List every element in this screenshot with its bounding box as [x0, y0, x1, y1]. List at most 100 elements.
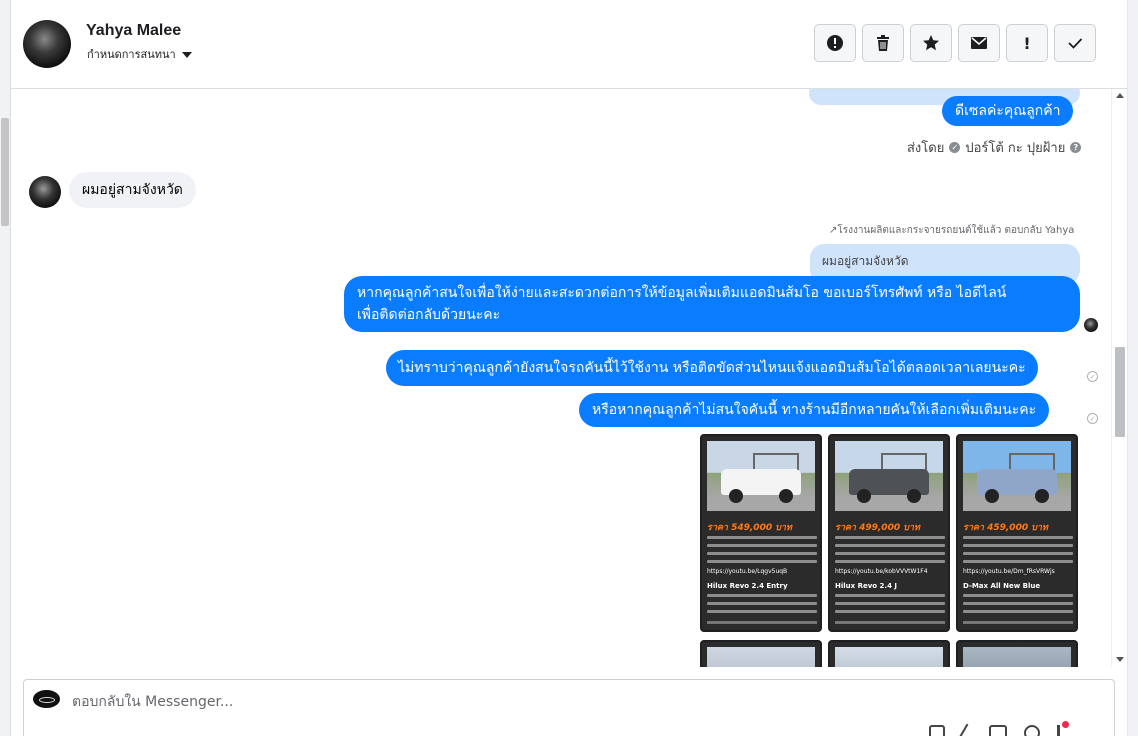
verified-icon: ✓ [949, 142, 961, 153]
chatbot-icon[interactable] [1057, 721, 1069, 736]
fine-print-line [707, 594, 817, 597]
outgoing-message[interactable]: หรือหากคุณลูกค้าไม่สนใจคันนี้ ทางร้านมีอ… [579, 393, 1050, 427]
outgoing-message-long[interactable]: หากคุณลูกค้าสนใจเพื่อให้ง่ายและสะดวกต่อก… [344, 276, 1080, 332]
car-photo [963, 441, 1071, 511]
card-footer-line [707, 621, 817, 624]
page-avatar [33, 690, 60, 708]
car-price: ราคา 549,000 บาท [707, 523, 792, 533]
car-photo [707, 441, 815, 511]
product-card-peek[interactable] [828, 640, 950, 667]
wheel-shape [1035, 489, 1049, 503]
fine-print-line [963, 536, 1073, 539]
sent-by-prefix: ส่งโดย [907, 141, 945, 156]
youtube-link[interactable]: https://youtu.be/Lqgv5uqB [707, 568, 787, 575]
delivered-icon: ✓ [1087, 413, 1098, 424]
car-model: D-Max All New Blue [963, 582, 1041, 590]
checkmark-icon [1068, 38, 1083, 49]
assign-label: กำหนดการสนทนา [87, 48, 176, 61]
card-footer-line [963, 621, 1073, 624]
reply-composer [23, 679, 1115, 736]
wheel-shape [779, 489, 793, 503]
thread-scrollbar[interactable] [1111, 89, 1127, 667]
right-edge [1127, 0, 1138, 736]
left-scrollbar[interactable] [0, 0, 11, 736]
fine-print-line [835, 602, 945, 605]
fine-print-line [707, 560, 817, 563]
car-model: Hilux Revo 2.4 Entry [707, 582, 788, 590]
outgoing-message[interactable]: ไม่ทราบว่าคุณลูกค้ายังสนใจรถคันนี้ไว้ใช้… [386, 350, 1038, 386]
message-line: หากคุณลูกค้าสนใจเพื่อให้ง่ายและสะดวกต่อก… [357, 285, 1007, 301]
outgoing-message[interactable]: ดีเซลค่ะคุณลูกค้า [942, 96, 1074, 126]
emoji-icon[interactable] [1024, 725, 1040, 736]
assign-conversation-dropdown[interactable]: กำหนดการสนทนา [87, 45, 192, 63]
report-icon [827, 35, 843, 51]
card-footer-line [835, 621, 945, 624]
envelope-icon [971, 37, 987, 49]
gif-icon[interactable] [989, 725, 1007, 736]
product-card[interactable]: ราคา 499,000 บาท https://youtu.be/kobVVVt… [828, 434, 950, 632]
product-card[interactable]: ราคา 549,000 บาท https://youtu.be/Lqgv5uq… [700, 434, 822, 632]
sender-avatar[interactable] [29, 176, 61, 208]
fine-print-line [835, 594, 945, 597]
fine-print-line [835, 610, 945, 613]
fine-print-line [707, 552, 817, 555]
fine-print-line [707, 536, 817, 539]
composer-actions [929, 721, 1102, 736]
fine-print-line [963, 560, 1073, 563]
caret-down-icon [181, 51, 192, 58]
contact-avatar[interactable] [23, 20, 71, 68]
sent-by-name: ปอร์โต้ กะ ปุยฝ้าย [965, 141, 1066, 156]
wheel-shape [985, 489, 999, 503]
product-card-peek[interactable] [956, 640, 1078, 667]
fine-print-line [835, 560, 945, 563]
reply-context-label: ↗โรงงานผลิตและกระจายรถยนต์ใช้แล้ว ตอบกลั… [829, 223, 1074, 238]
attachment-icon[interactable] [958, 723, 976, 736]
delete-button[interactable] [862, 24, 904, 62]
scroll-down-icon[interactable] [1116, 657, 1124, 662]
scroll-up-icon[interactable] [1116, 93, 1124, 98]
fine-print-line [707, 602, 817, 605]
car-photo [835, 441, 943, 511]
fine-print-line [835, 544, 945, 547]
car-price: ราคา 499,000 บาท [835, 523, 920, 533]
mark-unread-button[interactable] [958, 24, 1000, 62]
reply-context-text: โรงงานผลิตและกระจายรถยนต์ใช้แล้ว ตอบกลับ… [837, 225, 1075, 236]
left-scrollbar-thumb[interactable] [1, 118, 9, 226]
seen-avatar [1084, 318, 1098, 332]
message-line: เพื่อติดต่อกลับด้วยนะคะ [357, 307, 501, 323]
mark-done-button[interactable] [1054, 24, 1096, 62]
fine-print-line [707, 544, 817, 547]
fine-print-line [963, 610, 1073, 613]
youtube-link[interactable]: https://youtu.be/kobVVVtW1F4 [835, 568, 928, 575]
sent-by-line: ส่งโดย ✓ ปอร์โต้ กะ ปุยฝ้าย ? [907, 137, 1082, 158]
product-card[interactable]: ราคา 459,000 บาท https://youtu.be/Dm_fRsV… [956, 434, 1078, 632]
like-icon[interactable] [1084, 725, 1102, 736]
wheel-shape [907, 489, 921, 503]
car-model: Hilux Revo 2.4 J [835, 582, 897, 590]
incoming-message[interactable]: ผมอยู่สามจังหวัด [69, 172, 196, 208]
fine-print-line [963, 602, 1073, 605]
help-icon[interactable]: ? [1070, 142, 1082, 153]
fine-print-line [963, 552, 1073, 555]
fine-print-line [963, 594, 1073, 597]
saved-reply-icon[interactable] [929, 725, 945, 736]
scrollbar-thumb[interactable] [1115, 347, 1125, 437]
fine-print-line [963, 544, 1073, 547]
messenger-inbox-window: Yahya Malee กำหนดการสนทนา ! ดีเซลค่ะคุณล… [0, 0, 1138, 736]
spam-button[interactable]: ! [1006, 24, 1048, 62]
star-button[interactable] [910, 24, 952, 62]
wheel-shape [857, 489, 871, 503]
delivered-icon: ✓ [1087, 371, 1098, 382]
star-icon [923, 35, 939, 51]
contact-name[interactable]: Yahya Malee [86, 22, 181, 40]
product-card-peek[interactable] [700, 640, 822, 667]
report-button[interactable] [814, 24, 856, 62]
conversation-header: Yahya Malee กำหนดการสนทนา ! [11, 0, 1127, 89]
fine-print-line [835, 552, 945, 555]
youtube-link[interactable]: https://youtu.be/Dm_fRsVRWjs [963, 568, 1055, 575]
trash-icon [877, 35, 889, 51]
message-thread[interactable]: ดีเซลค่ะคุณลูกค้า ส่งโดย ✓ ปอร์โต้ กะ ปุ… [11, 89, 1127, 667]
notification-dot [1062, 721, 1069, 728]
reply-input[interactable] [72, 692, 772, 712]
car-price: ราคา 459,000 บาท [963, 523, 1048, 533]
